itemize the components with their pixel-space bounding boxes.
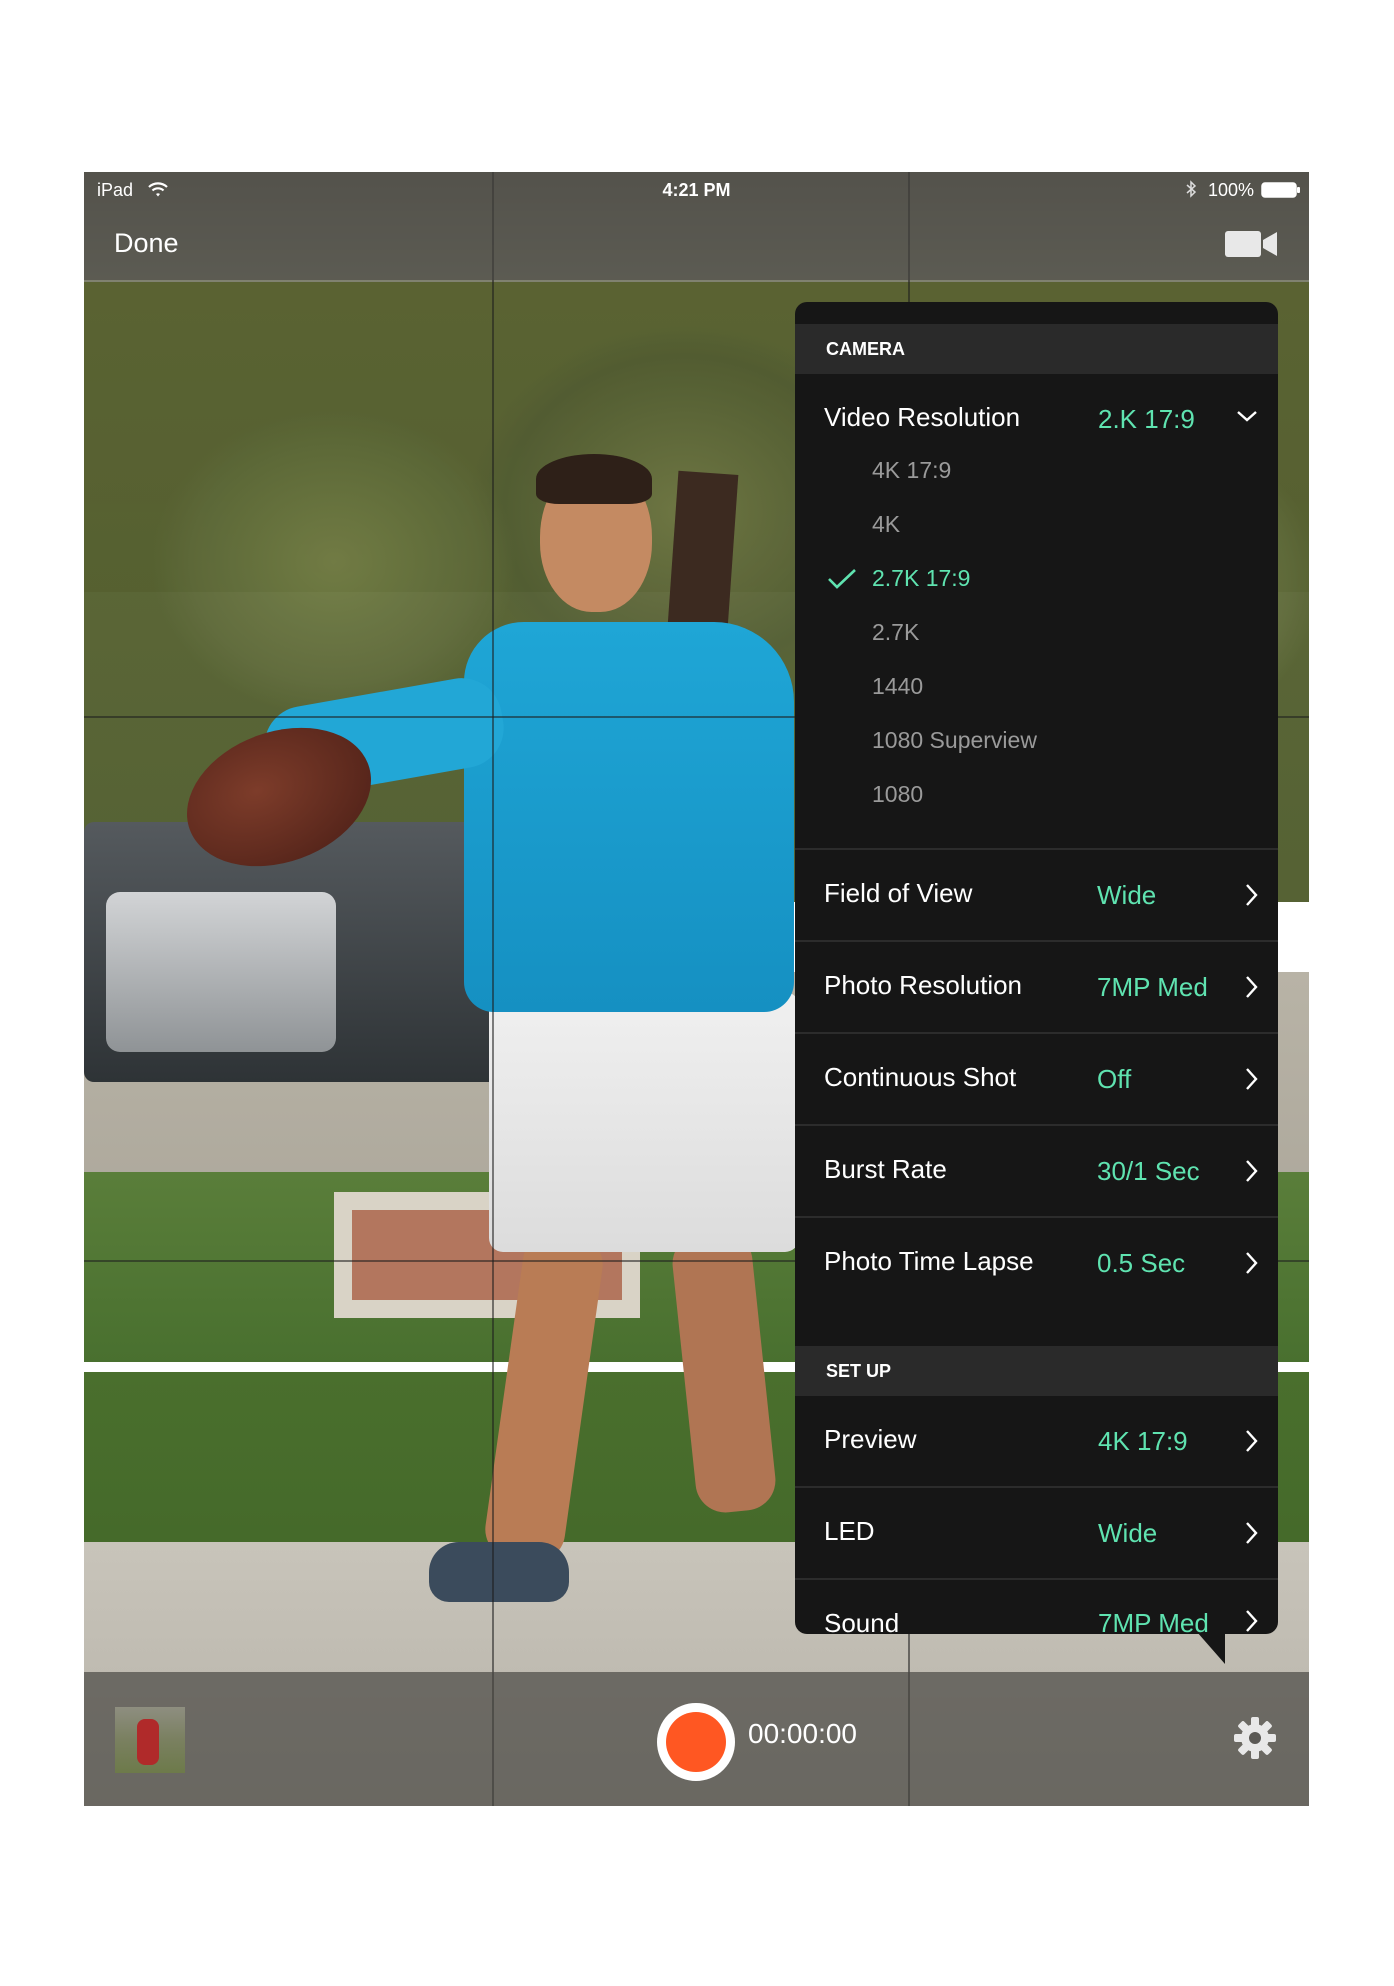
burst-rate-row[interactable]: Burst Rate 30/1 Sec: [795, 1126, 1278, 1216]
bottom-bar: 00:00:00: [84, 1672, 1309, 1806]
row-label: Video Resolution: [824, 402, 1021, 432]
resolution-option[interactable]: 4K: [795, 498, 1278, 552]
led-row[interactable]: LED Wide: [795, 1488, 1278, 1578]
row-label: Burst Rate: [824, 1154, 947, 1184]
chevron-right-icon: [1243, 1520, 1259, 1551]
camera-section-header: CAMERA: [795, 324, 1278, 374]
row-value: 30/1 Sec: [1097, 1156, 1200, 1186]
checkmark-icon: [827, 568, 857, 595]
done-button[interactable]: Done: [114, 228, 179, 259]
row-value: 2.K 17:9: [1098, 404, 1195, 434]
option-label: 1080: [872, 781, 924, 807]
popover-pointer: [1197, 1632, 1225, 1664]
option-label: 2.7K: [872, 619, 920, 645]
option-label: 2.7K 17:9: [872, 565, 971, 591]
preview-row[interactable]: Preview 4K 17:9: [795, 1396, 1278, 1486]
grid-line: [492, 172, 494, 1806]
option-label: 4K 17:9: [872, 457, 952, 483]
chevron-right-icon: [1243, 1428, 1259, 1459]
row-value: 7MP Med: [1097, 972, 1208, 1002]
row-value: Wide: [1098, 1518, 1158, 1548]
chevron-right-icon: [1243, 1608, 1259, 1634]
last-capture-thumbnail[interactable]: [115, 1707, 185, 1773]
resolution-option-selected[interactable]: 2.7K 17:9: [795, 552, 1278, 606]
chevron-right-icon: [1243, 1158, 1259, 1189]
resolution-option[interactable]: 2.7K: [795, 606, 1278, 660]
record-button[interactable]: [657, 1703, 735, 1781]
video-camera-icon[interactable]: [1223, 228, 1279, 265]
row-label: Continuous Shot: [824, 1062, 1017, 1092]
option-label: 1440: [872, 673, 924, 699]
setup-section-header: SET UP: [795, 1346, 1278, 1396]
preview-truck: [106, 892, 336, 1052]
resolution-option[interactable]: 1080 Superview: [795, 714, 1278, 768]
chevron-right-icon: [1243, 1250, 1259, 1281]
row-label: Sound: [824, 1608, 900, 1634]
row-label: Preview: [824, 1424, 917, 1454]
settings-popover: CAMERA Video Resolution 2.K 17:9 4K 17:9…: [795, 302, 1278, 1664]
resolution-option[interactable]: 4K 17:9: [795, 444, 1278, 498]
gear-icon[interactable]: [1232, 1715, 1278, 1766]
field-of-view-row[interactable]: Field of View Wide: [795, 850, 1278, 940]
preview-person-hair: [536, 454, 652, 504]
status-time: 4:21 PM: [662, 180, 731, 200]
chevron-right-icon: [1243, 882, 1259, 913]
top-bar: iPad 4:21 PM 100% Done: [84, 172, 1309, 280]
photo-time-lapse-row[interactable]: Photo Time Lapse 0.5 Sec: [795, 1218, 1278, 1308]
resolution-option[interactable]: 1080: [795, 768, 1278, 822]
chevron-right-icon: [1243, 1066, 1259, 1097]
preview-person-shirt: [464, 622, 794, 1012]
preview-person-shorts: [489, 992, 799, 1252]
resolution-option[interactable]: 1440: [795, 660, 1278, 714]
option-label: 4K: [872, 511, 901, 537]
battery-percentage: 100%: [1208, 180, 1255, 200]
photo-resolution-row[interactable]: Photo Resolution 7MP Med: [795, 942, 1278, 1032]
recording-timecode: 00:00:00: [748, 1718, 857, 1749]
sound-row[interactable]: Sound 7MP Med: [795, 1580, 1278, 1634]
row-value: Off: [1097, 1064, 1132, 1094]
row-label: Field of View: [824, 878, 973, 908]
preview-person-shoe: [429, 1542, 569, 1602]
chevron-right-icon: [1243, 974, 1259, 1005]
option-label: 1080 Superview: [872, 727, 1037, 753]
chevron-down-icon: [1235, 408, 1259, 429]
battery-icon: [1261, 182, 1301, 203]
bluetooth-icon: [1185, 180, 1197, 203]
continuous-shot-row[interactable]: Continuous Shot Off: [795, 1034, 1278, 1124]
row-value: 7MP Med: [1098, 1608, 1209, 1634]
row-label: LED: [824, 1516, 875, 1546]
row-value: Wide: [1097, 880, 1157, 910]
row-label: Photo Time Lapse: [824, 1246, 1034, 1276]
record-dot: [666, 1712, 726, 1772]
row-value: 0.5 Sec: [1097, 1248, 1186, 1278]
row-label: Photo Resolution: [824, 970, 1023, 1000]
row-value: 4K 17:9: [1098, 1426, 1188, 1456]
